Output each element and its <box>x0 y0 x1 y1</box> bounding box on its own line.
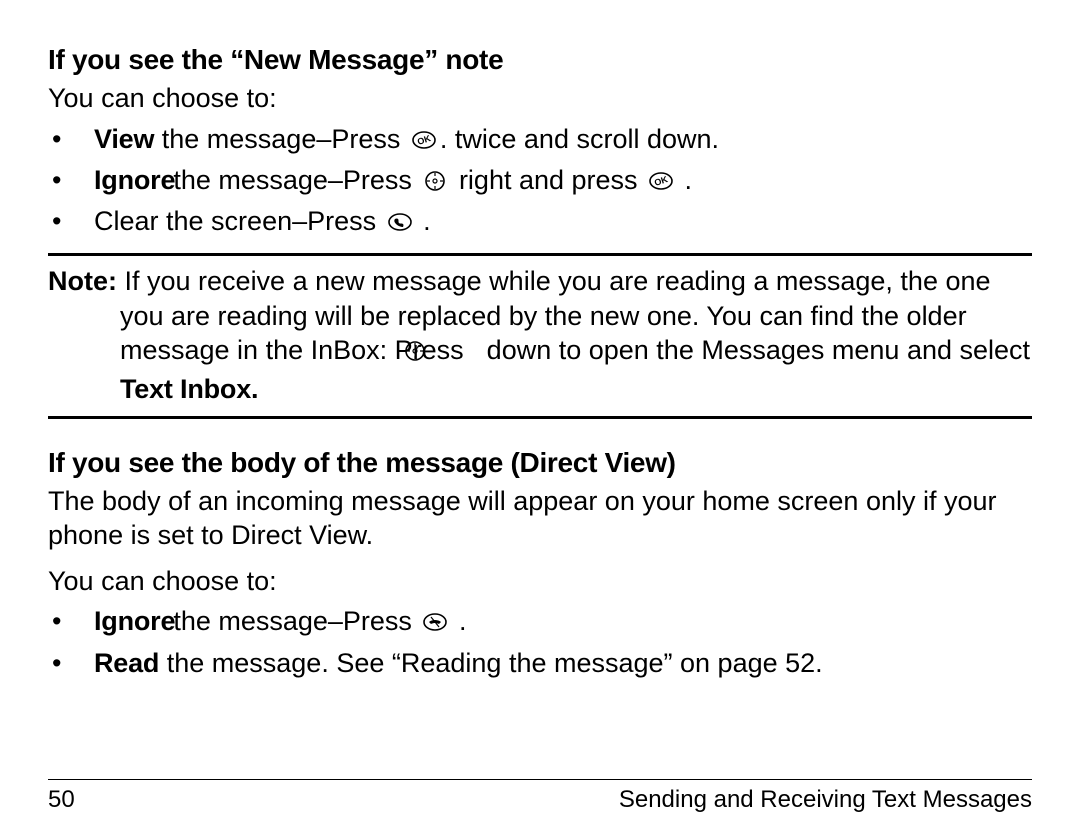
item-text-tail: . <box>451 606 466 636</box>
list-item: Ignorethe message–Press . <box>48 604 1032 643</box>
item-text-tail: . <box>416 206 431 236</box>
item-text-tail: . twice and scroll down. <box>440 124 719 154</box>
divider-bottom <box>48 416 1032 419</box>
item-strong: View <box>94 124 154 154</box>
nav-key-icon <box>423 167 447 202</box>
section-1-heading: If you see the “New Message” note <box>48 44 1032 76</box>
item-text: the message. See “Reading the message” o… <box>159 648 822 678</box>
item-text: the message–Press <box>173 606 419 636</box>
item-text: Clear the screen–Press <box>94 206 384 236</box>
note-block: Note: If you receive a new message while… <box>48 264 1032 406</box>
section-1-lead: You can choose to: <box>48 82 1032 116</box>
note-text-2: down to open the Messages menu and selec… <box>479 335 1030 365</box>
end-call-icon <box>423 608 447 643</box>
section-2-lead: You can choose to: <box>48 565 1032 599</box>
page-number: 50 <box>48 786 75 814</box>
chapter-title: Sending and Receiving Text Messages <box>619 786 1032 814</box>
item-text: the message–Press <box>154 124 408 154</box>
list-item: Ignorethe message–Press right and press … <box>48 163 1032 202</box>
list-item: Clear the screen–Press . <box>48 204 1032 243</box>
item-strong: Read <box>94 648 159 678</box>
section-2-heading: If you see the body of the message (Dire… <box>48 447 1032 479</box>
section-2-para: The body of an incoming message will app… <box>48 485 1032 553</box>
ok-key-icon <box>649 167 673 202</box>
section-1-list: View the message–Press . twice and scrol… <box>48 122 1032 243</box>
page: If you see the “New Message” note You ca… <box>0 0 1080 834</box>
divider-top <box>48 253 1032 256</box>
item-text: the message–Press <box>173 165 419 195</box>
note-label: Note: <box>48 266 117 296</box>
list-item: View the message–Press . twice and scrol… <box>48 122 1032 161</box>
item-strong: Ignore <box>94 165 175 195</box>
page-footer: 50 Sending and Receiving Text Messages <box>48 779 1032 814</box>
note-strong-tail: Text Inbox. <box>120 374 258 404</box>
item-strong: Ignore <box>94 606 175 636</box>
item-text-tail: . <box>677 165 692 195</box>
phone-key-icon <box>388 208 412 243</box>
ok-key-icon <box>412 126 436 161</box>
item-text-mid: right and press <box>451 165 645 195</box>
list-item: Read the message. See “Reading the messa… <box>48 646 1032 681</box>
section-2-list: Ignorethe message–Press . Read the messa… <box>48 604 1032 680</box>
